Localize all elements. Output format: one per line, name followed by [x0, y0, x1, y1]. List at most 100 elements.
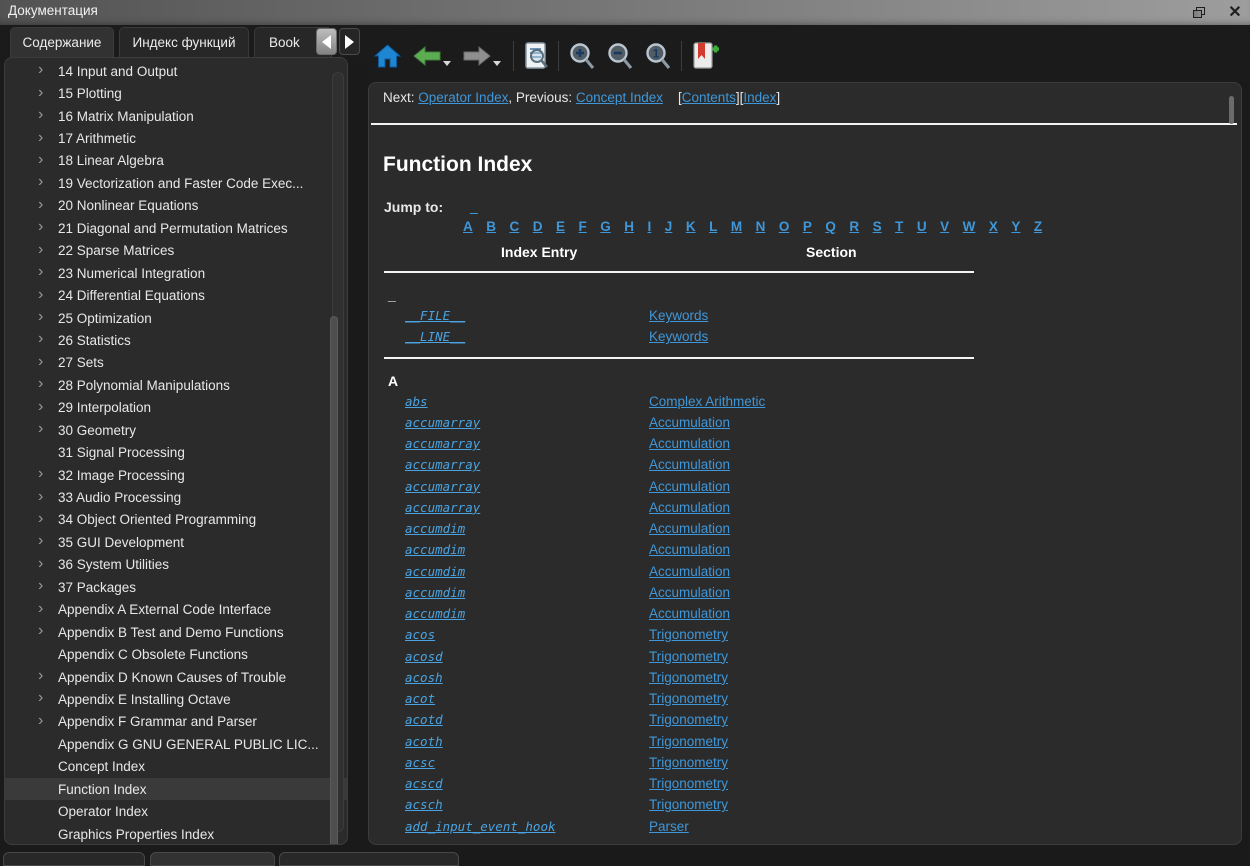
- jump-letter-link[interactable]: Y: [1011, 219, 1020, 234]
- tree-item[interactable]: ›30 Geometry: [5, 419, 347, 441]
- section-link[interactable]: Accumulation: [649, 521, 730, 536]
- section-link[interactable]: Accumulation: [649, 457, 730, 472]
- jump-letter-link[interactable]: E: [556, 219, 565, 234]
- tab-contents[interactable]: Содержание: [10, 27, 114, 57]
- tree-item[interactable]: ›20 Nonlinear Equations: [5, 195, 347, 217]
- jump-letter-link[interactable]: F: [579, 219, 587, 234]
- tree-item[interactable]: ›18 Linear Algebra: [5, 150, 347, 172]
- function-entry-link[interactable]: accumdim: [405, 542, 465, 557]
- bookmark-add-button[interactable]: [690, 36, 720, 76]
- function-entry-link[interactable]: accumdim: [405, 521, 465, 536]
- tree-item[interactable]: Appendix G GNU GENERAL PUBLIC LIC...: [5, 733, 347, 755]
- tree-item[interactable]: ›35 GUI Development: [5, 531, 347, 553]
- tree-item[interactable]: ›29 Interpolation: [5, 397, 347, 419]
- function-entry-link[interactable]: __FILE__: [405, 308, 465, 323]
- section-link[interactable]: Accumulation: [649, 415, 730, 430]
- bottom-button[interactable]: [150, 852, 275, 866]
- nav-next-link[interactable]: Operator Index: [418, 90, 508, 105]
- jump-letter-link[interactable]: G: [600, 219, 611, 234]
- close-button[interactable]: ✕: [1224, 3, 1246, 23]
- tab-scroll-left-button[interactable]: [316, 28, 337, 55]
- jump-letter-link[interactable]: W: [963, 219, 976, 234]
- bottom-button[interactable]: [3, 852, 145, 866]
- section-link[interactable]: Trigonometry: [649, 755, 728, 770]
- tree-item[interactable]: Operator Index: [5, 800, 347, 822]
- section-link[interactable]: Parser: [649, 819, 689, 834]
- jump-letter-link[interactable]: O: [779, 219, 790, 234]
- tree-item[interactable]: ›Appendix E Installing Octave: [5, 688, 347, 710]
- function-entry-link[interactable]: acot: [405, 691, 435, 706]
- function-entry-link[interactable]: accumarray: [405, 457, 480, 472]
- jump-letter-link[interactable]: V: [940, 219, 949, 234]
- function-entry-link[interactable]: accumdim: [405, 564, 465, 579]
- jump-letter-link[interactable]: R: [849, 219, 859, 234]
- tree-item[interactable]: ›33 Audio Processing: [5, 486, 347, 508]
- forward-button[interactable]: [463, 36, 491, 76]
- section-link[interactable]: Accumulation: [649, 542, 730, 557]
- tree-item[interactable]: ›15 Plotting: [5, 82, 347, 104]
- function-entry-link[interactable]: acscd: [405, 776, 443, 791]
- tree-item[interactable]: Concept Index: [5, 756, 347, 778]
- tree-item[interactable]: ›14 Input and Output: [5, 60, 347, 82]
- jump-letter-link[interactable]: K: [686, 219, 696, 234]
- jump-letter-link[interactable]: D: [533, 219, 543, 234]
- section-link[interactable]: Trigonometry: [649, 691, 728, 706]
- find-button[interactable]: [522, 36, 550, 76]
- forward-history-dropdown-icon[interactable]: [493, 61, 501, 66]
- content-scrollbar-handle[interactable]: [1229, 96, 1234, 124]
- tree-item[interactable]: ›17 Arithmetic: [5, 127, 347, 149]
- tree-item[interactable]: ›Appendix D Known Causes of Trouble: [5, 666, 347, 688]
- section-link[interactable]: Accumulation: [649, 585, 730, 600]
- jump-letter-link[interactable]: L: [709, 219, 717, 234]
- tree-item[interactable]: ›16 Matrix Manipulation: [5, 105, 347, 127]
- home-button[interactable]: [374, 36, 401, 76]
- section-link[interactable]: Trigonometry: [649, 712, 728, 727]
- jump-letter-link[interactable]: U: [917, 219, 927, 234]
- jump-letter-link[interactable]: H: [624, 219, 634, 234]
- nav-previous-link[interactable]: Concept Index: [576, 90, 663, 105]
- function-entry-link[interactable]: abs: [405, 394, 428, 409]
- tree-item[interactable]: ›Appendix A External Code Interface: [5, 599, 347, 621]
- section-link[interactable]: Accumulation: [649, 500, 730, 515]
- jump-letter-link[interactable]: M: [731, 219, 742, 234]
- tree-item[interactable]: ›24 Differential Equations: [5, 284, 347, 306]
- section-link[interactable]: Trigonometry: [649, 670, 728, 685]
- tree-item[interactable]: ›27 Sets: [5, 352, 347, 374]
- jump-letter-link[interactable]: C: [510, 219, 520, 234]
- function-entry-link[interactable]: accumarray: [405, 500, 480, 515]
- tab-scroll-right-button[interactable]: [339, 28, 360, 55]
- tree-item[interactable]: Function Index: [5, 778, 347, 800]
- section-link[interactable]: Keywords: [649, 308, 708, 323]
- section-link[interactable]: Accumulation: [649, 564, 730, 579]
- section-link[interactable]: Trigonometry: [649, 776, 728, 791]
- tree-item[interactable]: ›Appendix B Test and Demo Functions: [5, 621, 347, 643]
- section-link[interactable]: Trigonometry: [649, 649, 728, 664]
- restore-button[interactable]: [1188, 3, 1210, 23]
- function-entry-link[interactable]: accumdim: [405, 606, 465, 621]
- tree-item[interactable]: 31 Signal Processing: [5, 441, 347, 463]
- jump-letter-link[interactable]: B: [486, 219, 496, 234]
- jump-letter-link[interactable]: A: [463, 219, 473, 234]
- section-link[interactable]: Trigonometry: [649, 797, 728, 812]
- tree-item[interactable]: ›22 Sparse Matrices: [5, 240, 347, 262]
- function-entry-link[interactable]: accumarray: [405, 415, 480, 430]
- sidebar-scrollbar-handle[interactable]: [330, 316, 338, 845]
- back-button[interactable]: [413, 36, 441, 76]
- zoom-in-button[interactable]: [567, 36, 597, 76]
- function-entry-link[interactable]: acoth: [405, 734, 443, 749]
- tree-item[interactable]: ›32 Image Processing: [5, 464, 347, 486]
- sidebar-scrollbar-track[interactable]: [332, 72, 344, 832]
- function-entry-link[interactable]: acos: [405, 627, 435, 642]
- function-entry-link[interactable]: accumarray: [405, 479, 480, 494]
- jump-letter-link[interactable]: S: [873, 219, 882, 234]
- tree-item[interactable]: ›28 Polynomial Manipulations: [5, 374, 347, 396]
- jump-letter-link[interactable]: Z: [1034, 219, 1042, 234]
- section-link[interactable]: Trigonometry: [649, 734, 728, 749]
- function-entry-link[interactable]: accumdim: [405, 585, 465, 600]
- nav-index-link[interactable]: Index: [743, 90, 776, 105]
- section-link[interactable]: Keywords: [649, 329, 708, 344]
- nav-contents-link[interactable]: Contents: [682, 90, 736, 105]
- function-entry-link[interactable]: accumarray: [405, 436, 480, 451]
- tree-item[interactable]: Appendix C Obsolete Functions: [5, 643, 347, 665]
- jump-letter-link[interactable]: T: [895, 219, 903, 234]
